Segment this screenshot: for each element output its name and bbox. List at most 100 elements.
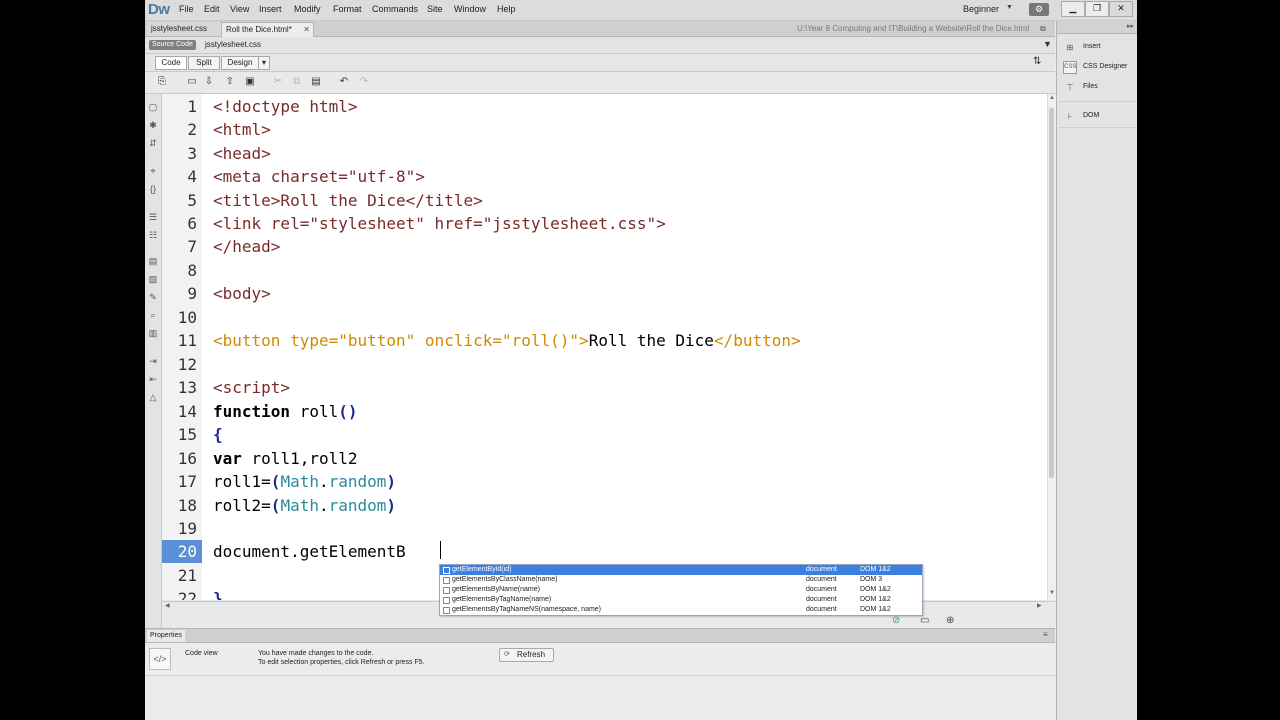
line-number: 12 xyxy=(177,355,197,374)
code-line[interactable]: <!doctype html> xyxy=(213,95,358,118)
code-hint-item[interactable]: getElementById(id) document DOM 1&2 xyxy=(440,565,922,575)
code-line[interactable]: roll2=(Math.random) xyxy=(213,494,396,517)
code-hint-item[interactable]: getElementsByTagNameNS(namespace, name) … xyxy=(440,605,922,615)
hint-name: getElementsByClassName(name) xyxy=(452,576,558,583)
code-hint-list[interactable]: getElementById(id) document DOM 1&2 getE… xyxy=(439,564,923,616)
code-hint-item[interactable]: getElementsByClassName(name) document DO… xyxy=(440,575,922,585)
tab-jsstylesheet-css[interactable]: jsstylesheet.css xyxy=(147,22,228,36)
scrollbar-thumb[interactable] xyxy=(1049,108,1054,478)
code-line[interactable]: <link rel="stylesheet" href="jsstyleshee… xyxy=(213,212,666,235)
chevron-down-icon[interactable]: ▾ xyxy=(258,56,270,70)
scroll-down-icon[interactable]: ▼ xyxy=(1048,590,1056,596)
copy-icon[interactable]: ⧉ xyxy=(290,76,304,87)
design-view-button[interactable]: Design xyxy=(221,56,259,70)
put-file-icon[interactable]: ⇧ xyxy=(223,76,237,87)
cut-icon[interactable]: ✂ xyxy=(271,76,285,87)
code-line[interactable]: <button type="button" onclick="roll()">R… xyxy=(213,329,801,352)
line-number-gutter: 1 2 3 4 5 6 7 8 9 10 11 12 13 14 15 16 1… xyxy=(162,94,202,600)
line-numbers-icon[interactable]: ☰ xyxy=(146,212,160,223)
new-document-icon[interactable]: ⎘ xyxy=(155,76,169,87)
get-file-icon[interactable]: ⇩ xyxy=(202,76,216,87)
restore-icon[interactable]: ⧉ xyxy=(1040,24,1046,34)
menu-commands[interactable]: Commands xyxy=(372,4,418,14)
code-line-current[interactable]: document.getElementB xyxy=(213,540,406,563)
code-line[interactable]: } xyxy=(213,587,223,600)
properties-tab[interactable]: Properties xyxy=(147,630,185,642)
minimize-icon[interactable]: ▁ xyxy=(1061,1,1085,17)
highlight-invalid-icon[interactable]: ☷ xyxy=(146,230,160,241)
menu-site[interactable]: Site xyxy=(427,4,443,14)
format-source-icon[interactable]: △ xyxy=(146,392,160,403)
panel-files[interactable]: ⊤ Files xyxy=(1061,79,1136,96)
balance-braces-icon[interactable]: {} xyxy=(146,184,160,194)
wrap-tag-icon[interactable]: ✎ xyxy=(146,292,160,303)
indent-code-icon[interactable]: ⇥ xyxy=(146,356,160,367)
code-line[interactable]: <title>Roll the Dice</title> xyxy=(213,189,483,212)
close-icon[interactable]: ✕ xyxy=(1109,1,1133,17)
menu-file[interactable]: File xyxy=(179,4,194,14)
panel-insert[interactable]: ⊞ Insert xyxy=(1061,39,1136,56)
collapse-icon[interactable]: ▸▸ xyxy=(1127,22,1134,30)
code-line[interactable]: roll1=(Math.random) xyxy=(213,470,396,493)
scroll-up-icon[interactable]: ▲ xyxy=(1048,95,1056,101)
menu-edit[interactable]: Edit xyxy=(204,4,220,14)
code-hint-item[interactable]: getElementsByName(name) document DOM 1&2 xyxy=(440,585,922,595)
panel-dom[interactable]: ⊦ DOM xyxy=(1061,108,1136,125)
panel-menu-icon[interactable]: ≡ xyxy=(1043,630,1048,639)
source-code-button[interactable]: Source Code xyxy=(149,40,196,50)
outdent-code-icon[interactable]: ⇤ xyxy=(146,374,160,385)
menu-format[interactable]: Format xyxy=(333,4,362,14)
code-hint-item[interactable]: getElementsByTagName(name) document DOM … xyxy=(440,595,922,605)
scroll-left-icon[interactable]: ◀ xyxy=(165,602,170,609)
menu-modify[interactable]: Modify xyxy=(294,4,321,14)
sort-icon[interactable]: ⇅ xyxy=(1033,56,1041,67)
code-line[interactable]: { xyxy=(213,423,223,446)
code-line[interactable]: <html> xyxy=(213,118,271,141)
split-view-button[interactable]: Split xyxy=(188,56,220,70)
code-valid-icon[interactable]: ⊘ xyxy=(892,615,900,626)
code-view-button[interactable]: Code xyxy=(155,56,187,70)
menu-view[interactable]: View xyxy=(230,4,249,14)
code-line[interactable]: var roll1,roll2 xyxy=(213,447,358,470)
recent-snippets-icon[interactable]: ⌕ xyxy=(146,310,160,321)
open-documents-icon[interactable]: ▢ xyxy=(146,102,160,113)
open-folder-icon[interactable]: ▭ xyxy=(185,76,199,87)
live-preview-icon[interactable]: ⊕ xyxy=(946,615,954,626)
code-editor[interactable]: 1 2 3 4 5 6 7 8 9 10 11 12 13 14 15 16 1… xyxy=(162,94,1055,600)
tab-roll-the-dice-html[interactable]: Roll the Dice.html* ✕ xyxy=(221,22,314,37)
menu-help[interactable]: Help xyxy=(497,4,516,14)
code-line[interactable]: <script> xyxy=(213,376,290,399)
line-number: 17 xyxy=(177,472,197,491)
collapse-tag-icon[interactable]: ✱ xyxy=(146,120,160,131)
gear-icon[interactable]: ⚙ xyxy=(1029,3,1049,16)
code-line[interactable]: </head> xyxy=(213,235,280,258)
apply-comment-icon[interactable]: ▤ xyxy=(146,256,160,267)
close-icon[interactable]: ✕ xyxy=(303,23,310,37)
remove-comment-icon[interactable]: ▧ xyxy=(146,274,160,285)
window-size-icon[interactable]: ▭ xyxy=(920,615,929,626)
workspace-switcher[interactable]: Beginner xyxy=(963,4,999,14)
filter-icon[interactable]: ▼ xyxy=(1043,39,1052,49)
collapse-selection-icon[interactable]: ⇵ xyxy=(146,138,160,149)
code-line[interactable]: <body> xyxy=(213,282,271,305)
scroll-right-icon[interactable]: ▶ xyxy=(1037,602,1042,609)
related-file-css[interactable]: jsstylesheet.css xyxy=(205,40,261,49)
undo-icon[interactable]: ↶ xyxy=(337,76,351,87)
menu-window[interactable]: Window xyxy=(454,4,486,14)
hint-version: DOM 1&2 xyxy=(860,566,891,573)
panel-css-designer[interactable]: CSS CSS Designer xyxy=(1061,59,1136,76)
code-line[interactable]: <head> xyxy=(213,142,271,165)
restore-icon[interactable]: ❐ xyxy=(1085,1,1109,17)
move-css-icon[interactable]: ▥ xyxy=(146,328,160,339)
paste-icon[interactable]: ▤ xyxy=(309,76,323,87)
chevron-down-icon[interactable]: ▼ xyxy=(1006,4,1013,11)
refresh-button[interactable]: ⟳ Refresh xyxy=(499,648,554,662)
select-parent-tag-icon[interactable]: ⌖ xyxy=(146,166,160,177)
code-line[interactable]: <meta charset="utf-8"> xyxy=(213,165,425,188)
code-token: roll xyxy=(290,402,339,421)
save-icon[interactable]: ▣ xyxy=(243,76,257,87)
vertical-scrollbar[interactable]: ▲ ▼ xyxy=(1047,94,1056,600)
menu-insert[interactable]: Insert xyxy=(259,4,282,14)
code-line[interactable]: function roll() xyxy=(213,400,358,423)
redo-icon[interactable]: ↷ xyxy=(357,76,371,87)
